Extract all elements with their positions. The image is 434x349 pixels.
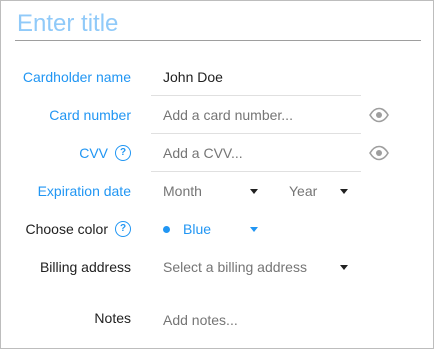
card-number-label: Card number (49, 96, 131, 134)
title-input[interactable] (15, 7, 421, 41)
help-icon[interactable]: ? (115, 221, 131, 237)
cvv-field (151, 134, 361, 172)
caret-down-icon (250, 189, 258, 194)
help-icon[interactable]: ? (115, 145, 131, 161)
card-number-label-text: Card number (49, 107, 131, 123)
color-label: Choose color ? (25, 210, 131, 248)
month-select[interactable]: Month (163, 172, 263, 210)
color-row: Choose color ? Blue (1, 210, 434, 248)
eye-icon[interactable] (369, 107, 389, 123)
billing-label: Billing address (40, 248, 131, 286)
billing-label-text: Billing address (39, 259, 131, 275)
billing-row: Billing address Select a billing address (1, 248, 434, 286)
caret-down-icon (340, 189, 348, 194)
cvv-label-text: CVV (79, 145, 108, 161)
cardholder-input[interactable] (151, 58, 361, 95)
eye-icon[interactable] (369, 145, 389, 161)
color-swatch-dot (163, 226, 170, 233)
billing-select[interactable]: Select a billing address (163, 248, 353, 286)
billing-select-text: Select a billing address (163, 259, 307, 275)
card-number-input[interactable] (151, 96, 361, 133)
cardholder-label-text: Cardholder name (22, 69, 131, 85)
year-select-text: Year (289, 183, 318, 199)
expiration-label: Expiration date (38, 172, 131, 210)
notes-label-text: Notes (94, 310, 131, 326)
cvv-label: CVV ? (79, 134, 131, 172)
caret-down-icon (340, 265, 348, 270)
card-form-panel: Cardholder name Card number CVV ? (0, 0, 434, 349)
notes-input[interactable] (151, 301, 421, 339)
cardholder-label: Cardholder name (23, 58, 131, 96)
expiration-label-text: Expiration date (37, 183, 131, 199)
card-number-field (151, 96, 361, 134)
cardholder-field (151, 58, 361, 96)
color-label-text: Choose color (25, 221, 109, 237)
card-number-row: Card number (1, 96, 434, 134)
cvv-row: CVV ? (1, 134, 434, 172)
cardholder-row: Cardholder name (1, 58, 434, 96)
expiration-row: Expiration date Month Year (1, 172, 434, 210)
notes-label: Notes (94, 299, 131, 337)
color-select-text: Blue (183, 221, 212, 237)
month-select-text: Month (163, 183, 202, 199)
caret-down-icon (250, 227, 258, 232)
cvv-input[interactable] (151, 134, 361, 171)
